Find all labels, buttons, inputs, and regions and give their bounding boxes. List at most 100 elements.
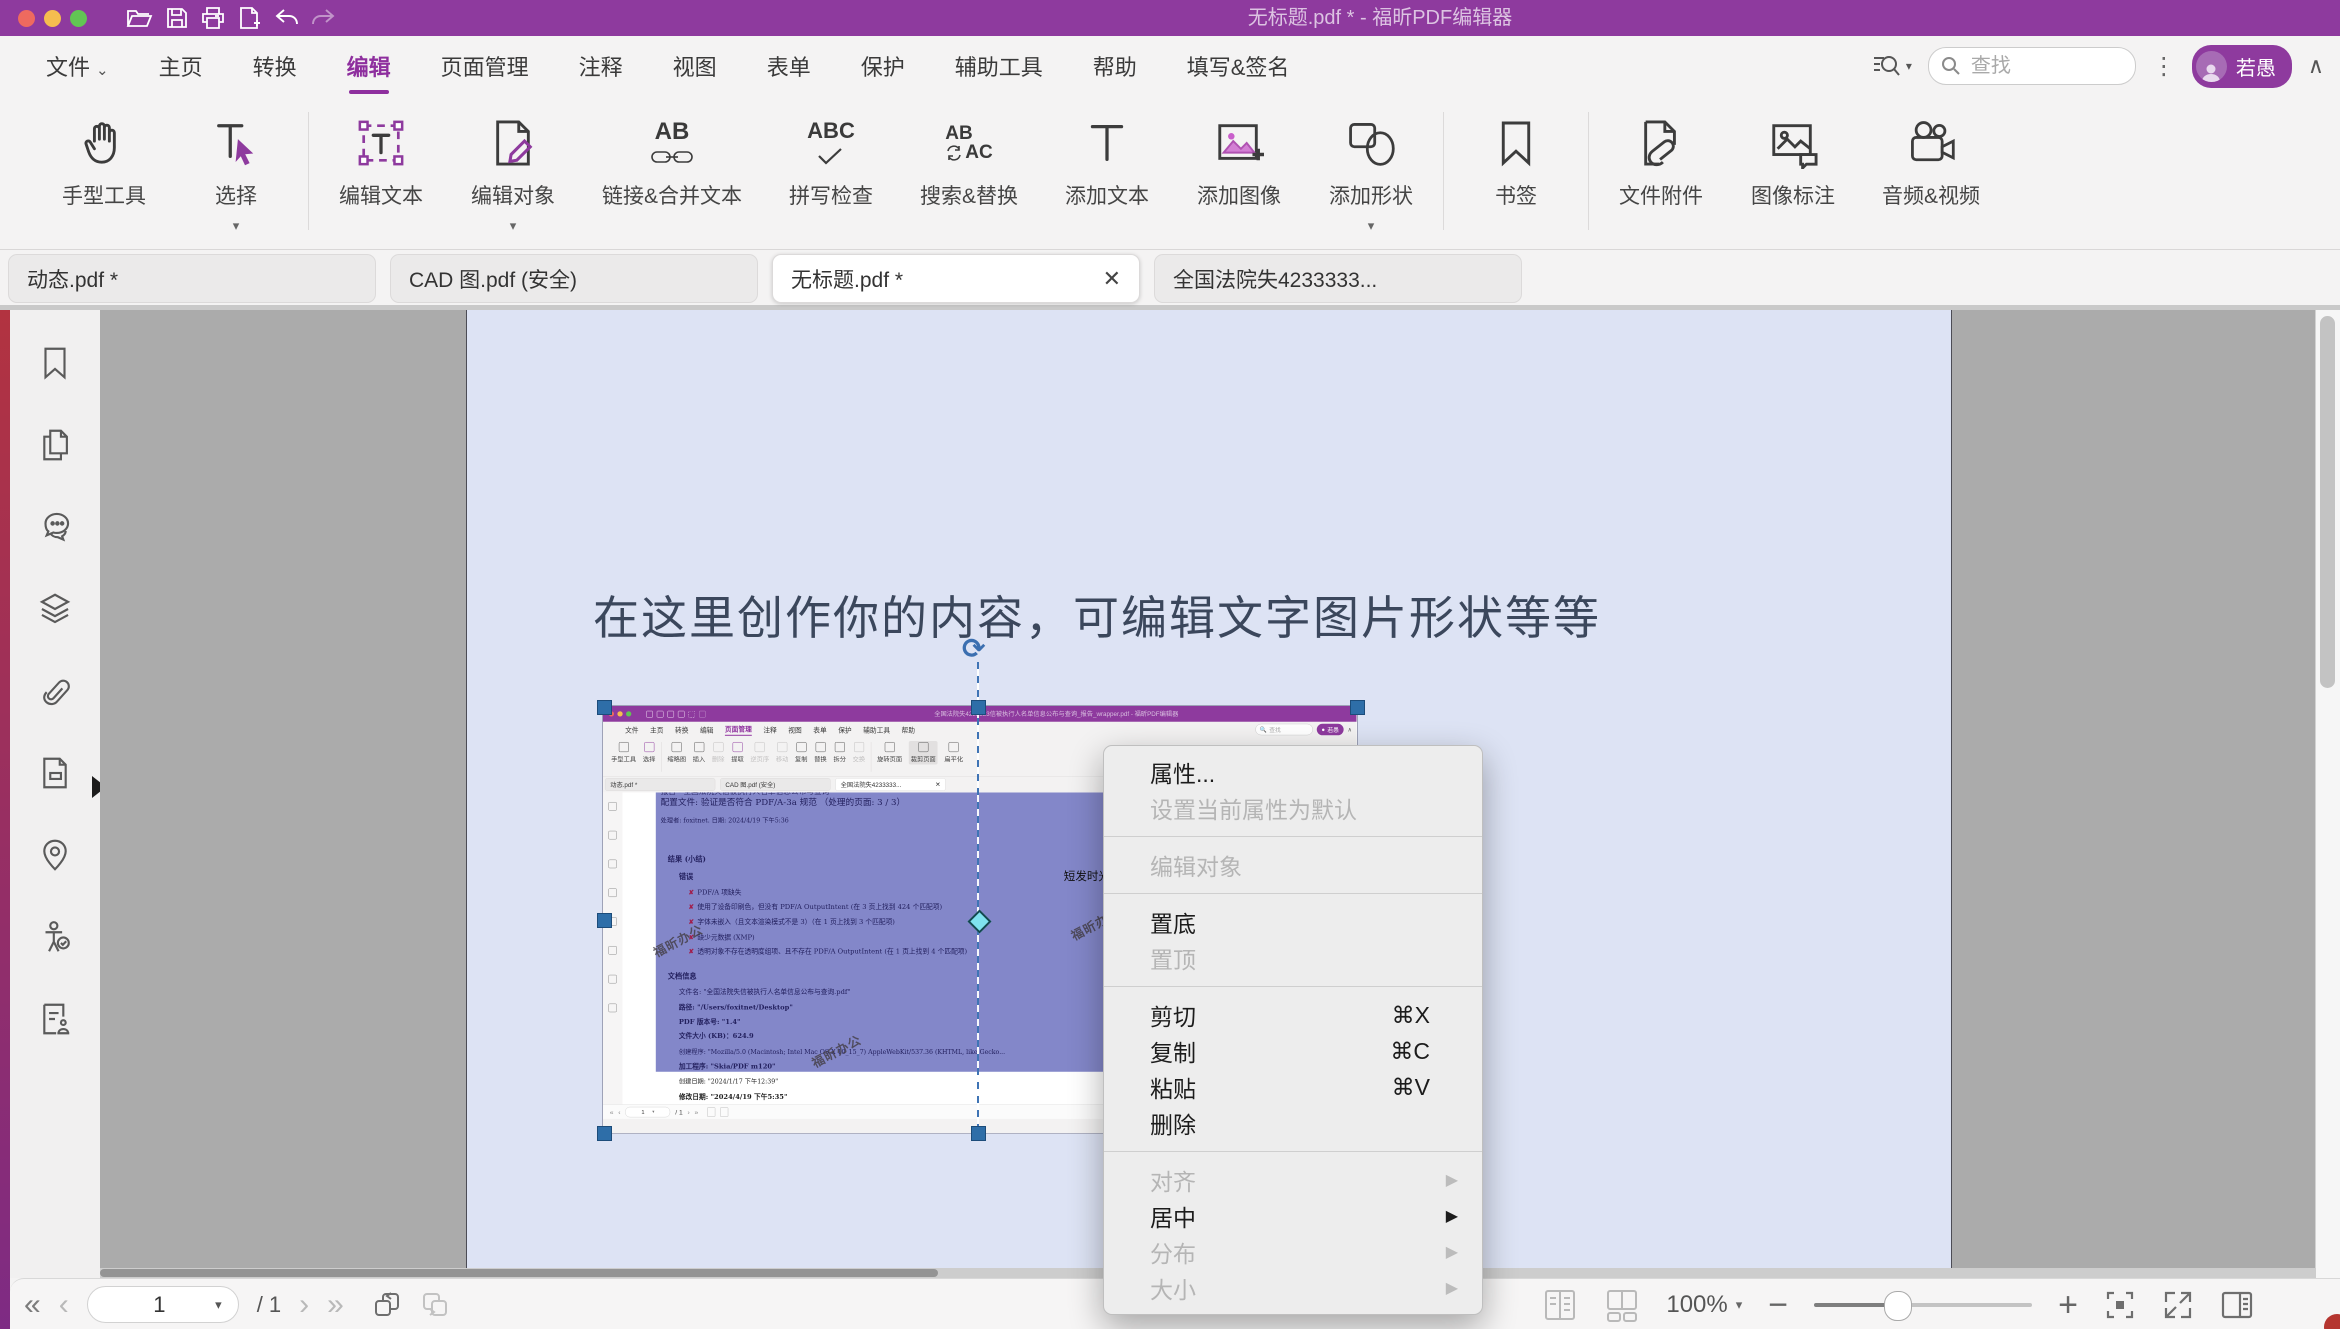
- edit-text-button[interactable]: 编辑文本: [338, 110, 424, 210]
- zoom-slider[interactable]: [1814, 1303, 2032, 1307]
- signatures-panel-icon[interactable]: [36, 1000, 74, 1038]
- zoom-in-button[interactable]: +: [2058, 1288, 2078, 1322]
- zoom-out-button[interactable]: −: [1768, 1288, 1788, 1322]
- add-text-button[interactable]: 添加文本: [1064, 110, 1150, 210]
- vertical-scrollbar-thumb[interactable]: [2320, 316, 2335, 688]
- shortcut-label: ⌘V: [1392, 1074, 1458, 1101]
- open-file-icon[interactable]: [126, 6, 153, 30]
- fit-page-icon[interactable]: [2104, 1289, 2136, 1321]
- hand-tool-button[interactable]: 手型工具: [61, 110, 147, 210]
- menu-home[interactable]: 主页: [159, 50, 203, 82]
- more-options-icon[interactable]: ⋮: [2152, 52, 2176, 81]
- window-title: 无标题.pdf * - 福昕PDF编辑器: [1150, 0, 1610, 36]
- hand-icon: [81, 110, 127, 176]
- context-menu-align: 对齐▶: [1104, 1162, 1482, 1198]
- resize-handle-middle-left[interactable]: [597, 913, 612, 928]
- page-number-input[interactable]: 1 ▾: [87, 1286, 239, 1323]
- horizontal-scrollbar-thumb[interactable]: [100, 1269, 938, 1277]
- context-menu-cut[interactable]: 剪切⌘X: [1104, 997, 1482, 1033]
- previous-view-icon[interactable]: [372, 1290, 402, 1320]
- close-window-button[interactable]: [18, 10, 35, 27]
- error-x-icon: ✘: [688, 889, 694, 897]
- menu-help[interactable]: 帮助: [1093, 50, 1137, 82]
- reading-panel-icon[interactable]: [2220, 1289, 2254, 1321]
- menu-form[interactable]: 表单: [767, 50, 811, 82]
- file-attachment-button[interactable]: 文件附件: [1618, 110, 1704, 210]
- single-page-view-icon[interactable]: [1542, 1288, 1578, 1322]
- context-menu-properties[interactable]: 属性...: [1104, 754, 1482, 790]
- destinations-panel-icon[interactable]: [36, 836, 74, 874]
- user-account-button[interactable]: 若愚: [2192, 45, 2292, 88]
- image-annotation-button[interactable]: 图像标注: [1750, 110, 1836, 210]
- undo-icon[interactable]: [273, 6, 299, 30]
- zoom-slider-thumb[interactable]: [1884, 1291, 1912, 1321]
- audio-video-button[interactable]: 音频&视频: [1882, 110, 1980, 210]
- collapse-ribbon-icon[interactable]: ∧: [2308, 53, 2324, 79]
- spell-check-button[interactable]: ABC 拼写检查: [788, 110, 874, 210]
- fields-panel-icon[interactable]: [36, 754, 74, 792]
- context-menu-size: 大小▶: [1104, 1270, 1482, 1306]
- search-box[interactable]: [1928, 47, 2136, 85]
- minimize-window-button[interactable]: [44, 10, 61, 27]
- menu-view[interactable]: 视图: [673, 50, 717, 82]
- context-menu-copy[interactable]: 复制⌘C: [1104, 1033, 1482, 1069]
- comments-panel-icon[interactable]: [36, 508, 74, 546]
- doc-tab-2[interactable]: CAD 图.pdf (安全): [390, 254, 758, 303]
- caret-down-icon[interactable]: ▾: [510, 218, 517, 232]
- search-input[interactable]: [1969, 54, 2093, 79]
- doc-tab-4[interactable]: 全国法院失4233333...: [1154, 254, 1522, 303]
- resize-handle-top-left[interactable]: [597, 700, 612, 715]
- doc-tab-1[interactable]: 动态.pdf *: [8, 254, 376, 303]
- new-document-icon[interactable]: [237, 6, 261, 30]
- save-icon[interactable]: [165, 6, 189, 30]
- menu-separator: [1104, 986, 1482, 987]
- accessibility-panel-icon[interactable]: [36, 918, 74, 956]
- resize-handle-top-right[interactable]: [1350, 700, 1365, 715]
- bookmarks-panel-icon[interactable]: [36, 344, 74, 382]
- shortcut-label: ⌘C: [1390, 1038, 1458, 1065]
- menu-comment[interactable]: 注释: [579, 50, 623, 82]
- first-page-button[interactable]: «: [24, 1290, 41, 1320]
- attachments-panel-icon[interactable]: [36, 672, 74, 710]
- caret-down-icon[interactable]: ▾: [233, 218, 240, 232]
- menu-protect[interactable]: 保护: [861, 50, 905, 82]
- bookmark-icon: [1496, 110, 1536, 176]
- doc-tab-3-active[interactable]: 无标题.pdf *✕: [772, 254, 1140, 303]
- print-icon[interactable]: [201, 6, 225, 30]
- bookmark-button[interactable]: 书签: [1473, 110, 1559, 210]
- menu-page-management[interactable]: 页面管理: [441, 50, 529, 82]
- submenu-arrow-icon: ▶: [1446, 1242, 1458, 1262]
- resize-handle-bottom-center[interactable]: [971, 1126, 986, 1141]
- search-replace-button[interactable]: ABAC 搜索&替换: [920, 110, 1018, 210]
- zoom-window-button[interactable]: [70, 10, 87, 27]
- menu-convert[interactable]: 转换: [253, 50, 297, 82]
- rotate-handle[interactable]: ⟳: [962, 632, 985, 665]
- close-tab-icon[interactable]: ✕: [1103, 266, 1121, 292]
- context-menu: 属性... 设置当前属性为默认 编辑对象 置底 置顶 剪切⌘X 复制⌘C 粘贴⌘…: [1103, 745, 1483, 1315]
- edit-object-button[interactable]: 编辑对象 ▾: [470, 110, 556, 232]
- editable-text-object[interactable]: 在这里创作你的内容，可编辑文字图片形状等等: [527, 582, 1667, 648]
- link-join-text-button[interactable]: AB 链接&合并文本: [602, 110, 742, 210]
- context-menu-delete[interactable]: 删除: [1104, 1105, 1482, 1141]
- fullscreen-icon[interactable]: [2162, 1289, 2194, 1321]
- context-menu-send-to-back[interactable]: 置底: [1104, 904, 1482, 940]
- resize-handle-bottom-left[interactable]: [597, 1126, 612, 1141]
- caret-down-icon[interactable]: ▾: [1368, 218, 1375, 232]
- resize-handle-top-center[interactable]: [971, 700, 986, 715]
- context-menu-paste[interactable]: 粘贴⌘V: [1104, 1069, 1482, 1105]
- zoom-level-dropdown[interactable]: 100% ▾: [1666, 1291, 1742, 1319]
- vertical-scrollbar[interactable]: [2315, 310, 2340, 1278]
- menu-accessibility[interactable]: 辅助工具: [955, 50, 1043, 82]
- select-tool-button[interactable]: 选择 ▾: [193, 110, 279, 232]
- context-menu-center[interactable]: 居中▶: [1104, 1198, 1482, 1234]
- menu-edit[interactable]: 编辑: [347, 50, 391, 82]
- pages-panel-icon[interactable]: [36, 426, 74, 464]
- previous-page-button: ‹: [59, 1290, 69, 1320]
- facing-page-view-icon[interactable]: [1604, 1288, 1640, 1322]
- layers-panel-icon[interactable]: [36, 590, 74, 628]
- advanced-search-icon[interactable]: ▾: [1872, 52, 1912, 80]
- menu-fill-sign[interactable]: 填写&签名: [1187, 50, 1290, 82]
- add-shape-button[interactable]: 添加形状 ▾: [1328, 110, 1414, 232]
- add-image-button[interactable]: 添加图像: [1196, 110, 1282, 210]
- menu-file[interactable]: 文件⌄: [46, 50, 109, 82]
